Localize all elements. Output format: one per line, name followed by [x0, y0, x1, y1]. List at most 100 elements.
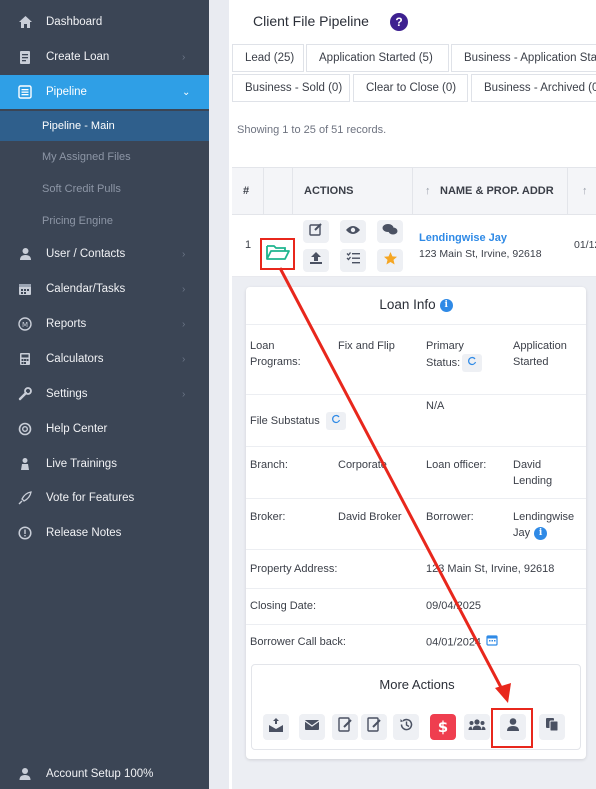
- refresh-icon: [331, 413, 341, 429]
- info-circle-icon: [17, 525, 33, 541]
- sidebar-item-dashboard[interactable]: Dashboard: [0, 5, 209, 39]
- sidebar-item-live-trainings[interactable]: Live Trainings: [0, 447, 209, 481]
- file-substatus-value: N/A: [426, 400, 445, 412]
- divider: [246, 446, 586, 447]
- row-number: 1: [245, 239, 252, 251]
- loan-info-title: Loan Info i: [246, 297, 586, 312]
- sidebar-subitem-my-assigned-files[interactable]: My Assigned Files: [0, 142, 209, 172]
- property-address-value: 123 Main St, Irvine, 92618: [426, 563, 555, 575]
- more-actions-box: More Actions $: [251, 664, 581, 750]
- sidebar-subitem-soft-credit-pulls[interactable]: Soft Credit Pulls: [0, 174, 209, 204]
- main-content: Client File Pipeline ? Lead (25) Applica…: [229, 0, 596, 789]
- sort-arrow-icon[interactable]: ↑: [425, 185, 431, 197]
- sidebar-item-create-loan[interactable]: Create Loan ›: [0, 40, 209, 74]
- records-count: Showing 1 to 25 of 51 records.: [237, 124, 387, 136]
- sort-arrow-icon[interactable]: ↑: [582, 185, 588, 197]
- sidebar-item-release-notes[interactable]: Release Notes: [0, 516, 209, 550]
- loan-programs-value: Fix and Flip: [338, 340, 395, 352]
- history-button[interactable]: [393, 714, 419, 740]
- calendar-icon[interactable]: [486, 634, 498, 651]
- edit-icon: [309, 222, 323, 241]
- sync-status-button[interactable]: [462, 354, 483, 372]
- rocket-icon: [17, 490, 33, 506]
- divider: [246, 324, 586, 325]
- calendar-icon: [17, 281, 33, 297]
- chevron-right-icon: ›: [182, 248, 186, 260]
- edit-document-2-button[interactable]: [361, 714, 387, 740]
- sidebar-subitem-pricing-engine[interactable]: Pricing Engine: [0, 206, 209, 236]
- sync-substatus-button[interactable]: [325, 412, 346, 430]
- divider: [246, 588, 586, 589]
- checklist-button[interactable]: [340, 249, 366, 272]
- table-header: # ACTIONS ↑ NAME & PROP. ADDR ↑: [232, 167, 596, 215]
- reports-icon: M: [17, 316, 33, 332]
- broker-value: David Broker: [338, 511, 402, 523]
- info-icon[interactable]: i: [534, 526, 548, 540]
- calculator-icon: [17, 351, 33, 367]
- sidebar-item-settings[interactable]: Settings ›: [0, 377, 209, 411]
- loan-programs-label: Loan Programs:: [250, 340, 301, 368]
- edit-doc-icon: [337, 717, 353, 737]
- copy-icon: [545, 717, 559, 737]
- sidebar-subitem-pipeline-main[interactable]: Pipeline - Main: [0, 111, 209, 141]
- view-button[interactable]: [340, 220, 366, 243]
- file-substatus-label: File Substatus: [250, 412, 346, 430]
- upload-mail-button[interactable]: [263, 714, 289, 740]
- group-contacts-button[interactable]: [464, 714, 490, 740]
- info-icon[interactable]: i: [439, 298, 453, 312]
- chevron-right-icon: ›: [182, 353, 186, 365]
- chat-button[interactable]: [377, 220, 403, 243]
- list-icon: [17, 84, 33, 100]
- sidebar-item-pipeline[interactable]: Pipeline ⌄: [0, 75, 209, 109]
- column-header-name[interactable]: NAME & PROP. ADDR: [440, 185, 554, 197]
- sidebar-item-help-center[interactable]: Help Center: [0, 412, 209, 446]
- upload-button[interactable]: [303, 249, 329, 272]
- callback-label: Borrower Call back:: [250, 636, 346, 648]
- checklist-icon: [346, 251, 361, 270]
- tab-business-archived[interactable]: Business - Archived (0): [471, 74, 596, 102]
- edit-button[interactable]: [303, 220, 329, 243]
- sidebar-item-reports[interactable]: M Reports ›: [0, 307, 209, 341]
- callback-value: 04/01/2024: [426, 634, 498, 651]
- branch-value: Corporate: [338, 459, 387, 471]
- property-address-label: Property Address:: [250, 563, 338, 575]
- favorite-button[interactable]: [377, 249, 403, 272]
- users-icon: [17, 246, 33, 262]
- tab-business-sold[interactable]: Business - Sold (0): [232, 74, 350, 102]
- chevron-right-icon: ›: [182, 51, 186, 63]
- wrench-icon: [17, 386, 33, 402]
- sidebar: Dashboard Create Loan › Pipeline ⌄ Pipel…: [0, 0, 209, 789]
- tab-application-started[interactable]: Application Started (5): [306, 44, 449, 72]
- email-button[interactable]: [299, 714, 325, 740]
- loan-info-card: Loan Info i Loan Programs: Fix and Flip P…: [246, 287, 586, 759]
- highlight-box: [491, 708, 533, 748]
- divider: [246, 624, 586, 625]
- copy-file-button[interactable]: [539, 714, 565, 740]
- eye-icon: [345, 223, 361, 241]
- help-badge-icon[interactable]: ?: [390, 13, 408, 31]
- payment-button[interactable]: $: [430, 714, 456, 740]
- table-row: 1 Lendingwise Jay 123 Main St, Irvine, 9…: [232, 215, 596, 277]
- sidebar-item-calendar-tasks[interactable]: Calendar/Tasks ›: [0, 272, 209, 306]
- folder-open-icon: [265, 243, 290, 266]
- borrower-name-link[interactable]: Lendingwise Jay: [419, 232, 507, 244]
- divider: [246, 498, 586, 499]
- closing-date-value: 09/04/2025: [426, 600, 482, 612]
- sidebar-item-calculators[interactable]: Calculators ›: [0, 342, 209, 376]
- tab-clear-to-close[interactable]: Clear to Close (0): [353, 74, 468, 102]
- edit-document-button[interactable]: [332, 714, 358, 740]
- sidebar-item-user-contacts[interactable]: User / Contacts ›: [0, 237, 209, 271]
- chevron-down-icon: ⌄: [182, 86, 191, 98]
- open-file-button[interactable]: [260, 238, 295, 270]
- tab-lead[interactable]: Lead (25): [232, 44, 304, 72]
- page-title: Client File Pipeline: [253, 13, 369, 29]
- date-cell: 01/12: [574, 239, 596, 251]
- sidebar-item-vote-features[interactable]: Vote for Features: [0, 481, 209, 515]
- star-icon: [383, 251, 398, 271]
- sidebar-item-account-setup[interactable]: Account Setup 100%: [0, 757, 209, 789]
- refresh-icon: [467, 355, 477, 371]
- tab-business-application-started[interactable]: Business - Application Started: [451, 44, 596, 72]
- loan-officer-label: Loan officer:: [426, 459, 487, 471]
- upload-icon: [309, 251, 323, 270]
- home-icon: [17, 14, 33, 30]
